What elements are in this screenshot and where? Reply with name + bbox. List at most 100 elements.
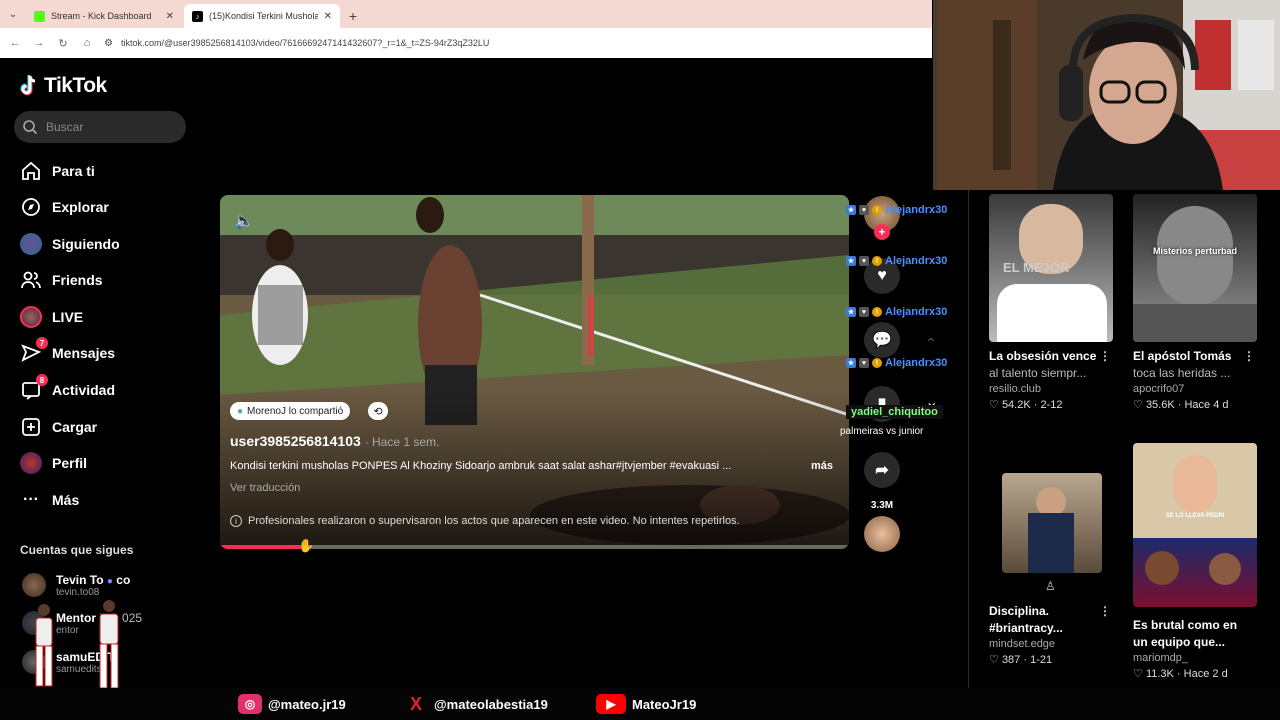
browser-tab-bar: ⌄ Stream - Kick Dashboard ✕ ♪ (15)Kondis… — [0, 0, 932, 28]
card-views: 11.3K — [1145, 668, 1174, 680]
avatar — [864, 516, 900, 552]
sidebar-item-mas[interactable]: ··· Más — [20, 486, 79, 514]
sidebar-item-label: Siguiendo — [52, 236, 120, 252]
video-thumbnail[interactable] — [1002, 473, 1102, 573]
video-thumbnail[interactable]: Misterios perturbad — [1133, 194, 1257, 342]
recommendation-card[interactable]: SE LO LLEVA PEDRI Es brutal como en un e… — [1133, 443, 1261, 682]
card-views: 54.2K — [1001, 399, 1031, 411]
recommendation-card[interactable]: Misterios perturbad El apóstol Tomás ⋮ to… — [1133, 194, 1261, 413]
tiktok-logo[interactable]: TikTok — [20, 74, 107, 98]
chat-message: ★ ♥ ! Alejandrx30 — [846, 353, 947, 373]
search-input[interactable]: Buscar — [14, 111, 186, 143]
heart-outline-icon: ♡ — [1133, 399, 1143, 411]
badge-icon: ♥ — [859, 205, 869, 215]
sidebar-item-mensajes[interactable]: 7 Mensajes — [20, 337, 116, 367]
repost-icon[interactable]: ⟲ — [368, 402, 388, 420]
video-thumbnail[interactable]: SE LO LLEVA PEDRI — [1133, 443, 1257, 607]
share-button[interactable]: ➦ 3.3M — [862, 452, 902, 511]
more-icon: ··· — [23, 491, 39, 508]
video-progress-bar[interactable] — [220, 545, 849, 549]
sidebar-item-explorar[interactable]: Explorar — [20, 193, 109, 221]
youtube-icon: ▶ — [596, 694, 626, 714]
card-handle[interactable]: resilio.club — [989, 382, 1117, 397]
home-icon[interactable]: ⌂ — [80, 37, 94, 49]
badge-icon: ★ — [846, 358, 856, 368]
following-item[interactable]: Tevin To ● co tevin.to08 — [22, 573, 130, 598]
card-date: Hace 2 d — [1183, 668, 1228, 680]
forward-icon[interactable]: → — [32, 37, 46, 49]
sidebar-item-label: Mensajes — [52, 345, 116, 361]
chat-highlight-text: palmeiras vs junior — [840, 426, 924, 437]
thumbnail-text: EL MEJOR — [1003, 260, 1070, 275]
heart-outline-icon: ♡ — [989, 399, 999, 411]
sidebar-item-perfil[interactable]: Perfil — [20, 449, 87, 477]
nav-up-icon[interactable]: ⌃ — [925, 335, 937, 352]
sidebar-item-siguiendo[interactable]: Siguiendo — [20, 230, 120, 258]
verified-icon: ● — [106, 576, 113, 587]
recommendation-card[interactable]: EL MEJOR La obsesión vence ⋮ al talento s… — [989, 194, 1117, 413]
volume-icon[interactable]: 🔈 — [234, 211, 254, 231]
card-subtitle: toca las heridas ... — [1133, 366, 1231, 380]
tiktok-logo-icon — [20, 75, 36, 96]
card-date: 1-21 — [1030, 654, 1053, 666]
share-icon: ➦ — [864, 452, 900, 488]
home-icon — [20, 160, 42, 182]
logo-text: TikTok — [44, 74, 107, 97]
more-options-icon[interactable]: ⋮ — [1099, 603, 1111, 620]
reload-icon[interactable]: ↻ — [56, 37, 70, 50]
search-icon — [23, 120, 38, 135]
sidebar-item-para-ti[interactable]: Para ti — [20, 157, 95, 185]
new-tab-button[interactable]: + — [342, 4, 364, 28]
card-handle[interactable]: mindset.edge — [989, 637, 1117, 652]
card-subtitle: #briantracy... — [989, 621, 1063, 635]
browser-tab-tiktok[interactable]: ♪ (15)Kondisi Terkini Mushola PO ✕ — [184, 4, 340, 28]
tab-list-chevron-icon[interactable]: ⌄ — [0, 0, 26, 28]
close-tab-icon[interactable]: ✕ — [166, 11, 174, 22]
heart-outline-icon: ♡ — [1133, 668, 1143, 680]
url-field[interactable]: ⚙ tiktok.com/@user3985256814103/video/76… — [104, 32, 932, 54]
video-player[interactable]: 🔈 ● MorenoJ lo compartió ⟲ user398525681… — [220, 195, 849, 549]
x-icon: X — [409, 693, 422, 714]
compass-icon — [20, 196, 42, 218]
video-time: · Hace 1 sem. — [364, 435, 440, 449]
video-thumbnail[interactable]: EL MEJOR — [989, 194, 1113, 342]
sidebar-item-live[interactable]: LIVE — [20, 303, 83, 331]
following-name: Tevin To — [56, 573, 104, 587]
tab-title: Stream - Kick Dashboard — [51, 11, 152, 21]
more-button[interactable]: más — [811, 460, 833, 472]
sidebar-item-label: Explorar — [52, 199, 109, 215]
translate-link[interactable]: Ver traducción — [230, 482, 300, 494]
follow-plus-icon[interactable]: + — [874, 224, 890, 240]
chat-message: ★ ♥ ! Alejandrx30 — [846, 302, 947, 322]
badge-icon: ! — [872, 256, 882, 266]
safety-warning: i Profesionales realizaron o supervisaro… — [230, 515, 740, 527]
sidebar-item-friends[interactable]: Friends — [20, 266, 103, 294]
more-options-icon[interactable]: ⋮ — [1243, 348, 1255, 365]
sidebar-item-actividad[interactable]: 8 Actividad — [20, 374, 116, 404]
sidebar-item-label: Actividad — [52, 382, 116, 398]
recommendation-card[interactable]: ♙ Disciplina. ⋮ #briantracy... mindset.ed… — [989, 473, 1117, 668]
site-info-icon[interactable]: ⚙ — [104, 38, 113, 49]
video-author[interactable]: user3985256814103 · Hace 1 sem. — [230, 433, 439, 449]
sound-avatar[interactable] — [862, 516, 902, 552]
badge-icon: ♥ — [859, 358, 869, 368]
badge-icon: ! — [872, 358, 882, 368]
card-views: 387 — [1001, 654, 1021, 666]
back-icon[interactable]: ← — [8, 37, 22, 49]
sidebar-item-cargar[interactable]: Cargar — [20, 413, 97, 441]
tab-title: (15)Kondisi Terkini Mushola PO — [209, 11, 318, 21]
card-handle[interactable]: mariomdp_ — [1133, 651, 1261, 666]
tiktok-favicon-icon: ♪ — [192, 10, 203, 22]
shared-by-chip[interactable]: ● MorenoJ lo compartió — [230, 402, 351, 420]
heart-outline-icon: ♡ — [989, 654, 999, 666]
browser-tab-kick[interactable]: Stream - Kick Dashboard ✕ — [26, 4, 182, 28]
shared-by-text: MorenoJ lo compartió — [247, 405, 344, 417]
url-text: tiktok.com/@user3985256814103/video/7616… — [120, 38, 490, 48]
avatar — [20, 233, 42, 255]
badge-icon: ★ — [846, 256, 856, 266]
sidebar-item-label: Cargar — [52, 419, 98, 435]
card-subtitle: al talento siempr... — [989, 366, 1087, 380]
close-tab-icon[interactable]: ✕ — [324, 11, 332, 22]
more-options-icon[interactable]: ⋮ — [1099, 348, 1111, 365]
card-handle[interactable]: apocrifo07 — [1133, 382, 1261, 397]
